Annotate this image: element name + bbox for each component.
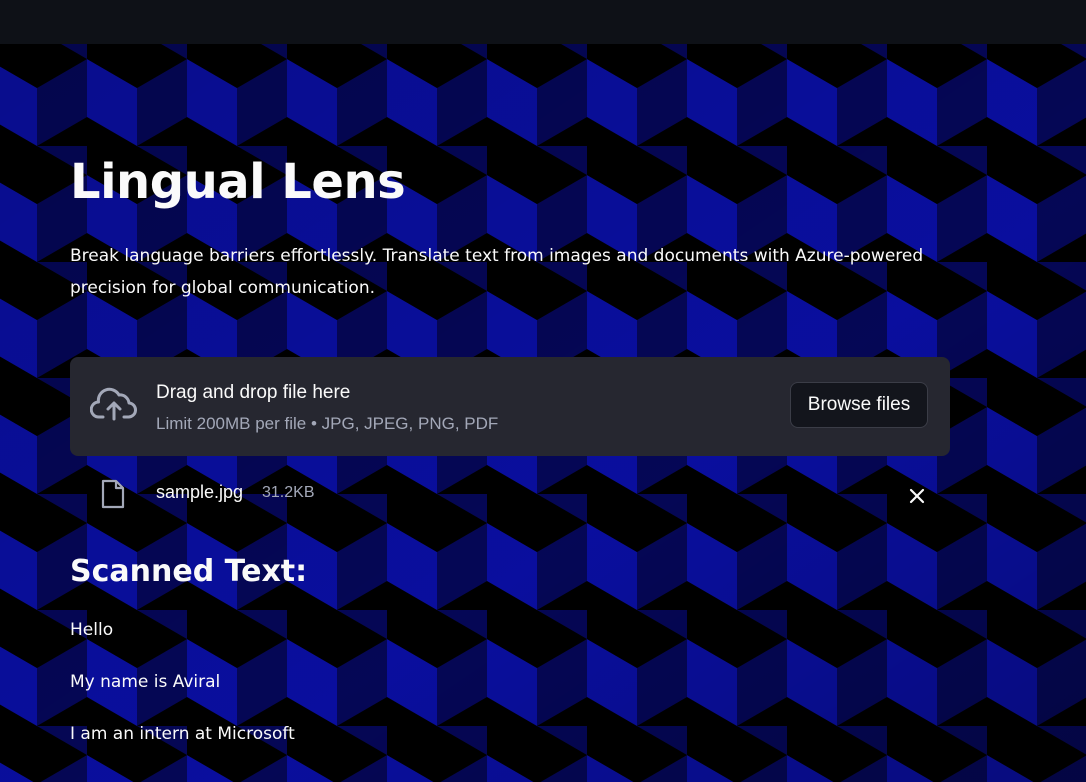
cloud-upload-icon (89, 387, 138, 427)
scanned-text-heading: Scanned Text: (70, 554, 308, 589)
uploaded-file-name: sample.jpg (156, 482, 244, 502)
app-header-bar (0, 0, 1086, 44)
dropzone-file-limit: Limit 200MB per file • JPG, JPEG, PNG, P… (156, 414, 499, 433)
uploaded-file-size: 31.2KB (262, 484, 315, 501)
close-icon[interactable] (906, 485, 928, 507)
uploaded-file-item: sample.jpg 31.2KB (70, 469, 950, 519)
scanned-text-line: Hello (70, 620, 114, 640)
page-subtitle: Break language barriers effortlessly. Tr… (70, 246, 924, 298)
file-uploader-dropzone[interactable]: Drag and drop file here Limit 200MB per … (70, 357, 950, 456)
browse-files-button[interactable]: Browse files (790, 382, 928, 428)
page-title: Lingual Lens (70, 154, 406, 210)
scanned-text-line: I am an intern at Microsoft (70, 724, 295, 744)
dropzone-instruction: Drag and drop file here (156, 382, 351, 403)
file-icon (101, 479, 125, 513)
scanned-text-line: My name is Aviral (70, 672, 221, 692)
